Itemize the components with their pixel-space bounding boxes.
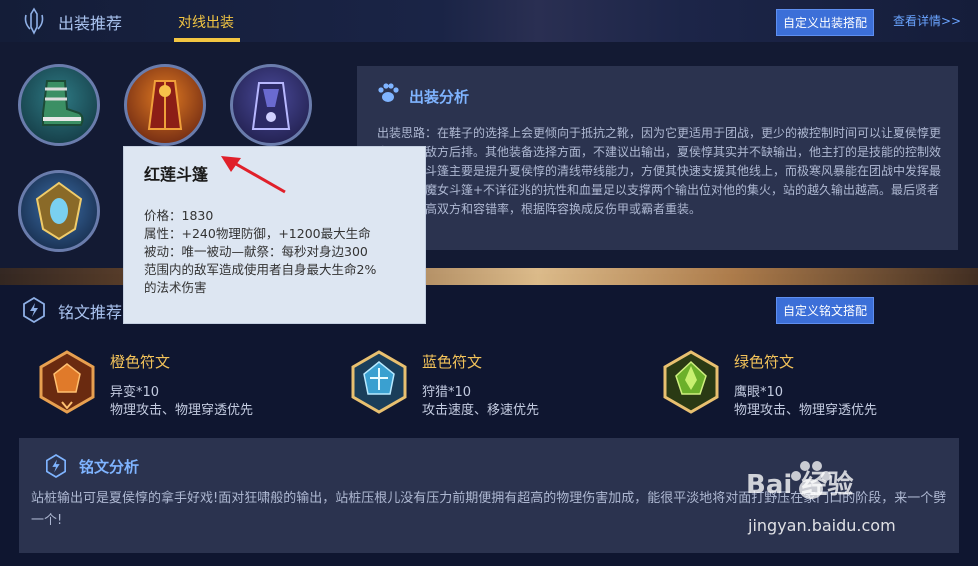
- custom-build-button[interactable]: 自定义出装搭配: [776, 9, 875, 36]
- item-sage-protection[interactable]: [18, 170, 100, 252]
- watermark-brand: Bai 经验: [746, 470, 854, 500]
- paw-icon: [378, 83, 399, 102]
- rune-hexagon-icon: [23, 297, 45, 323]
- top-header: 出装推荐 对线出装 自定义出装搭配 查看详情>>: [0, 0, 978, 42]
- tooltip-passive-line2: 范围内的敌军造成使用者自身最大生命2%: [144, 262, 377, 277]
- green-rune-name: 鹰眼*10: [734, 385, 784, 400]
- blue-rune-desc: 攻击速度、移速优先: [422, 403, 540, 418]
- crimson-cloak-item-icon: [147, 80, 183, 130]
- green-rune-title: 绿色符文: [734, 353, 795, 371]
- sword-shield-icon: [24, 7, 44, 35]
- view-details-link[interactable]: 查看详情>>: [893, 12, 961, 29]
- green-rune-desc: 物理攻击、物理穿透优先: [734, 403, 878, 418]
- orange-rune-desc: 物理攻击、物理穿透优先: [110, 403, 254, 418]
- tooltip-passive-line3: 的法术伤害: [144, 280, 207, 295]
- build-analysis-panel: 出装分析 出装思路：在鞋子的选择上会更倾向于抵抗之靴，因为它更适用于团战，更少的…: [357, 66, 958, 250]
- tooltip-price: 价格：1830: [144, 208, 214, 223]
- tooltip-attributes: 属性：+240物理防御，+1200最大生命: [144, 226, 371, 241]
- sage-protection-item-icon: [35, 181, 83, 241]
- item-crimson-cloak[interactable]: [124, 64, 206, 146]
- item-boots[interactable]: [18, 64, 100, 146]
- tooltip-passive-line1: 被动：唯一被动—献祭：每秒对身边300: [144, 244, 368, 259]
- section-title-runes: 铭文推荐: [58, 303, 123, 322]
- boots-item-icon: [42, 80, 84, 126]
- blue-rune-icon[interactable]: [350, 350, 408, 414]
- blue-rune-title: 蓝色符文: [422, 353, 483, 371]
- section-title-build: 出装推荐: [58, 14, 123, 33]
- build-analysis-title: 出装分析: [409, 88, 470, 106]
- tooltip-item-name: 红莲斗篷: [144, 165, 209, 184]
- rune-hexagon-icon: [46, 454, 66, 478]
- orange-rune-name: 异变*10: [110, 385, 160, 400]
- blue-rune-name: 狩猎*10: [422, 385, 472, 400]
- watermark-url: jingyan.baidu.com: [748, 516, 896, 535]
- orange-rune-icon[interactable]: [38, 350, 96, 414]
- green-rune-icon[interactable]: [662, 350, 720, 414]
- orange-rune-title: 橙色符文: [110, 353, 171, 371]
- build-analysis-text: 出装思路：在鞋子的选择上会更倾向于抵抗之靴，因为它更适用于团战，更少的被控制时间…: [377, 126, 942, 216]
- witch-cloak-item-icon: [251, 82, 291, 130]
- item-witch-cloak[interactable]: [230, 64, 312, 146]
- annotation-arrow-icon: [221, 156, 286, 194]
- tab-lane-build[interactable]: 对线出装: [178, 12, 234, 32]
- rune-analysis-title: 铭文分析: [79, 458, 140, 476]
- custom-rune-button[interactable]: 自定义铭文搭配: [776, 297, 875, 324]
